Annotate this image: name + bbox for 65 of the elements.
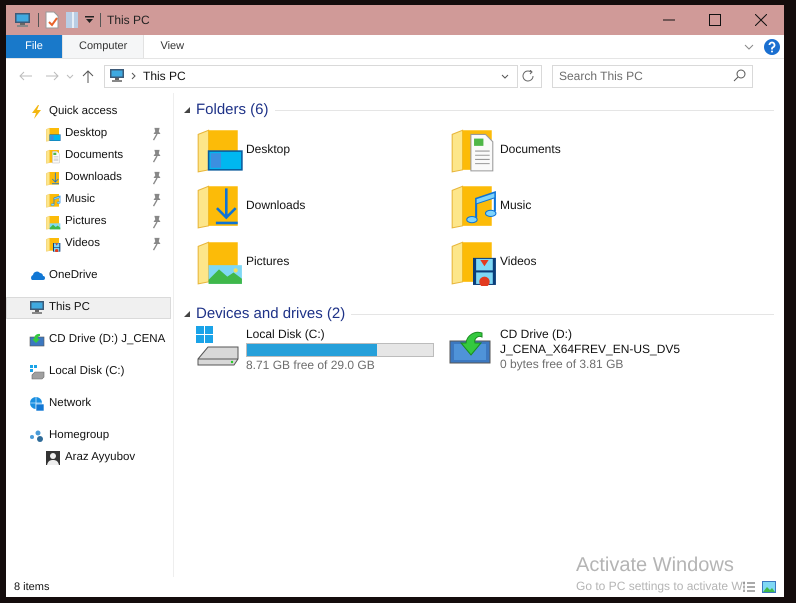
search-field[interactable]: Search This PC	[552, 64, 753, 88]
dropdown-icon[interactable]	[85, 16, 94, 24]
folder-item[interactable]: Music	[448, 177, 702, 233]
activation-title: Activate Windows	[576, 553, 735, 577]
drive-icon	[29, 364, 45, 380]
maximize-icon	[709, 14, 721, 26]
properties-icon[interactable]	[45, 11, 59, 29]
person-icon	[45, 450, 61, 466]
chevron-icon	[501, 74, 509, 78]
search-icon	[733, 69, 746, 82]
item-count: 8 items	[14, 580, 50, 595]
navigation-item[interactable]: Local Disk (C:)	[6, 361, 171, 383]
refresh-icon	[522, 70, 535, 82]
folder-icon	[45, 126, 61, 142]
path-text: This PC	[143, 68, 186, 85]
dots-icon	[29, 428, 45, 444]
activation-message: Go to PC settings to activate Wi	[576, 578, 746, 595]
folder-item[interactable]: Documents	[448, 121, 702, 177]
navigation-item[interactable]: Downloads	[6, 167, 171, 189]
computer-icon[interactable]	[14, 12, 32, 28]
folder-icon	[45, 148, 61, 164]
up-arrow-icon	[82, 69, 94, 83]
folder-icon	[45, 214, 61, 230]
navigation-item[interactable]: Araz Ayyubov	[6, 447, 171, 469]
ribbon-tab[interactable]: Computer	[62, 35, 144, 58]
back-arrow-icon	[18, 70, 34, 82]
navigation-item[interactable]: CD Drive (D:) J_CENA	[6, 329, 171, 351]
chevron-icon	[131, 72, 137, 80]
refresh-button[interactable]	[520, 64, 542, 88]
address-bar[interactable]: This PC	[104, 64, 518, 88]
forward-arrow-icon	[44, 70, 60, 82]
ribbon-tab[interactable]: File	[6, 35, 62, 58]
computer-icon	[109, 68, 125, 84]
globe-icon	[29, 396, 45, 412]
navigation-item[interactable]: This PC	[6, 297, 171, 319]
disc-drive-icon	[29, 332, 45, 348]
folder-item[interactable]: Videos	[448, 233, 702, 289]
navigation-item[interactable]: Music	[6, 189, 171, 211]
folder-item[interactable]: Desktop	[194, 121, 448, 177]
folder-item[interactable]: Downloads	[194, 177, 448, 233]
navigation-item[interactable]: Homegroup	[6, 425, 171, 447]
section-header[interactable]: Devices and drives (2)	[196, 302, 346, 326]
folder-item[interactable]: Pictures	[194, 233, 448, 289]
chevron-icon	[744, 44, 754, 50]
computer-icon	[29, 300, 45, 316]
navigation-item[interactable]: Pictures	[6, 211, 171, 233]
navigation-item[interactable]: Videos	[6, 233, 171, 255]
window-title: This PC	[107, 12, 150, 29]
navigation-item[interactable]: Desktop	[6, 123, 171, 145]
drive-item[interactable]: CD Drive (D:) J_CENA_X64FREV_EN-US_DV5 0 bytes free of 3.81 GB	[448, 325, 702, 381]
folder-icon	[45, 192, 61, 208]
drive-item[interactable]: Local Disk (C:) 8.71 GB free of 29.0 GB	[194, 325, 448, 381]
navigation-item[interactable]: Documents	[6, 145, 171, 167]
help-icon	[764, 38, 780, 54]
navigation-item[interactable]: OneDrive	[6, 265, 171, 287]
folder-icon	[45, 236, 61, 252]
navigation-item[interactable]: Quick access	[6, 101, 171, 123]
folder-icon	[45, 170, 61, 186]
chevron-icon	[66, 74, 74, 78]
ribbon-tab[interactable]: View	[144, 35, 200, 58]
minimize-icon	[663, 19, 675, 21]
close-icon	[755, 14, 767, 26]
large-icons-view-icon	[762, 581, 776, 593]
navigation-item[interactable]: Network	[6, 393, 171, 415]
section-header[interactable]: Folders (6)	[196, 98, 269, 122]
